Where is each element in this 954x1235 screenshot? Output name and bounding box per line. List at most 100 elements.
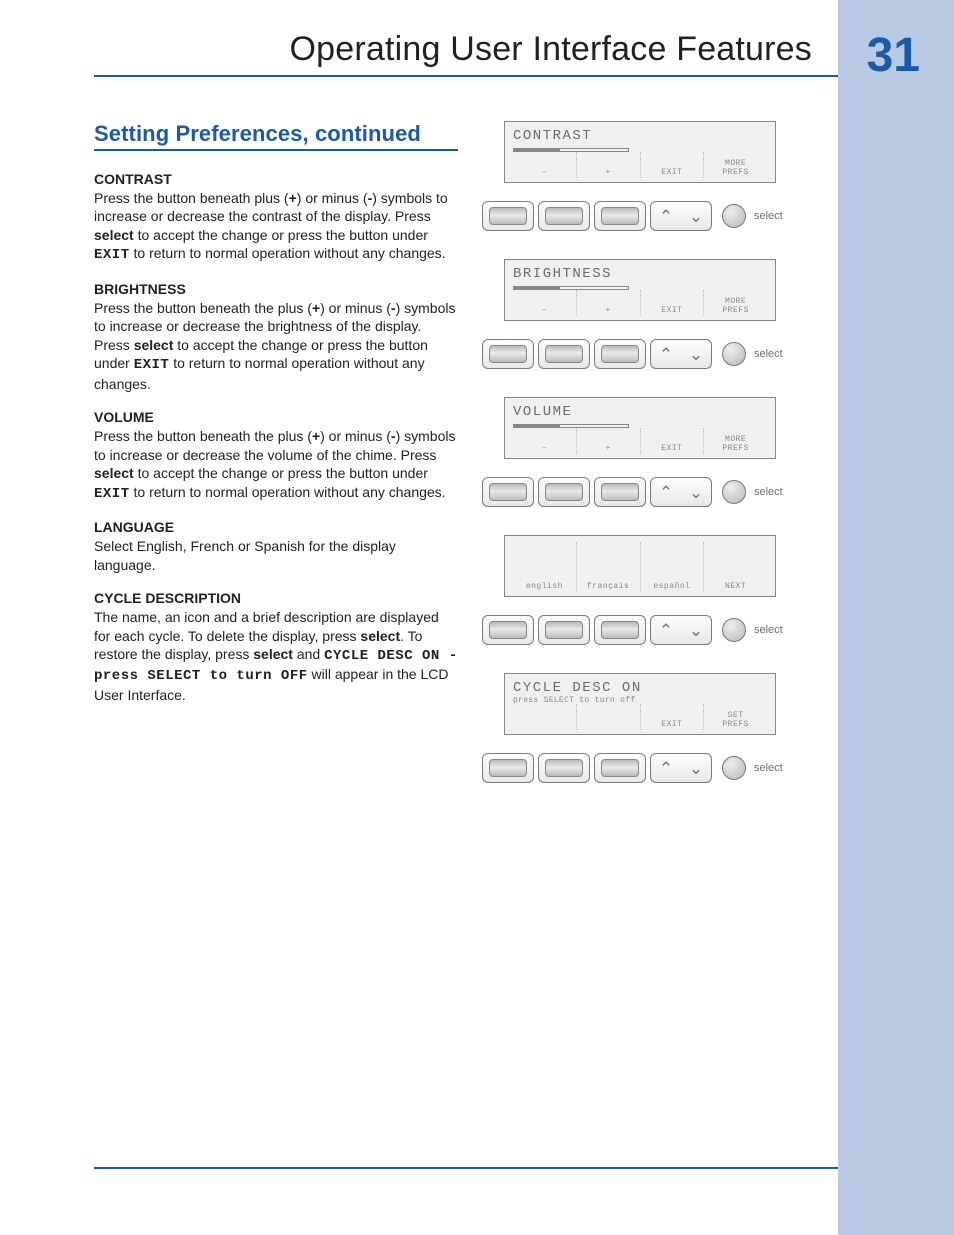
- cycle-body: The name, an icon and a brief descriptio…: [94, 608, 458, 704]
- exit-word: EXIT: [94, 247, 130, 263]
- text: to return to normal operation without an…: [130, 484, 446, 500]
- text: to accept the change or press the button…: [134, 465, 428, 481]
- lcd-title: CYCLE DESC ON: [513, 680, 767, 696]
- softkey-francais: français: [577, 542, 641, 592]
- lcd-contrast: CONTRAST – + EXIT MOREPREFS: [504, 121, 776, 183]
- up-down-rocker[interactable]: ⌃⌄: [650, 339, 712, 369]
- chevron-up-icon: ⌃: [659, 484, 673, 501]
- lcd-cycle-desc: CYCLE DESC ON press SELECT to turn off E…: [504, 673, 776, 735]
- plus-symbol: +: [312, 428, 320, 444]
- soft-button-1[interactable]: [482, 615, 534, 645]
- softkey-exit: EXIT: [641, 428, 705, 454]
- lcd-softkey-row: – + EXIT MOREPREFS: [513, 428, 767, 454]
- softkey-exit: EXIT: [641, 704, 705, 730]
- lcd-softkey-row: EXIT SETPREFS: [513, 704, 767, 730]
- text: to accept the change or press the button…: [134, 227, 428, 243]
- contrast-body: Press the button beneath plus (+) or min…: [94, 189, 458, 265]
- chevron-up-icon: ⌃: [659, 346, 673, 363]
- text: Press the button beneath the plus (: [94, 300, 312, 316]
- lcd-slider-fill: [514, 287, 560, 289]
- select-button[interactable]: [722, 618, 746, 642]
- select-button[interactable]: [722, 756, 746, 780]
- text: Press the button beneath plus (: [94, 190, 289, 206]
- page-side-strip: [838, 0, 954, 1235]
- button-row: ⌃⌄ select: [482, 201, 838, 231]
- soft-button-2[interactable]: [538, 339, 590, 369]
- chevron-down-icon: ⌄: [689, 346, 703, 363]
- text: PREFS: [722, 721, 749, 729]
- select-button[interactable]: [722, 342, 746, 366]
- select-label: select: [754, 486, 783, 498]
- soft-button-2[interactable]: [538, 477, 590, 507]
- soft-button-2[interactable]: [538, 753, 590, 783]
- softkey-english: english: [513, 542, 577, 592]
- text: PREFS: [722, 307, 749, 315]
- soft-button-1[interactable]: [482, 201, 534, 231]
- brightness-body: Press the button beneath the plus (+) or…: [94, 299, 458, 393]
- button-row: ⌃⌄ select: [482, 753, 838, 783]
- text-column: Setting Preferences, continued CONTRAST …: [94, 121, 458, 811]
- select-label: select: [754, 210, 783, 222]
- soft-button-2[interactable]: [538, 615, 590, 645]
- lcd-title: BRIGHTNESS: [513, 266, 767, 282]
- lcd-slider-fill: [514, 149, 560, 151]
- soft-button-1[interactable]: [482, 339, 534, 369]
- soft-button-3[interactable]: [594, 753, 646, 783]
- text: to return to normal operation without an…: [130, 245, 446, 261]
- lcd-title: VOLUME: [513, 404, 767, 420]
- up-down-rocker[interactable]: ⌃⌄: [650, 477, 712, 507]
- up-down-rocker[interactable]: ⌃⌄: [650, 201, 712, 231]
- lcd-slider-fill: [514, 425, 560, 427]
- lcd-softkey-row: english français español NEXT: [513, 542, 767, 592]
- exit-word: EXIT: [94, 486, 130, 502]
- lcd-title: CONTRAST: [513, 128, 767, 144]
- softkey-minus: –: [513, 428, 577, 454]
- chevron-down-icon: ⌄: [689, 208, 703, 225]
- volume-heading: VOLUME: [94, 409, 458, 425]
- contrast-heading: CONTRAST: [94, 171, 458, 187]
- select-button[interactable]: [722, 204, 746, 228]
- soft-button-1[interactable]: [482, 753, 534, 783]
- lcd-brightness: BRIGHTNESS – + EXIT MOREPREFS: [504, 259, 776, 321]
- softkey-more-prefs: MOREPREFS: [704, 290, 767, 316]
- soft-button-3[interactable]: [594, 339, 646, 369]
- softkey-exit: EXIT: [641, 290, 705, 316]
- illustration-column: CONTRAST – + EXIT MOREPREFS ⌃⌄ select: [482, 121, 838, 811]
- page-title: Operating User Interface Features: [94, 30, 838, 69]
- softkey-espanol: español: [641, 542, 705, 592]
- text: ) or minus (: [320, 428, 391, 444]
- select-label: select: [754, 348, 783, 360]
- soft-button-3[interactable]: [594, 201, 646, 231]
- select-label: select: [754, 624, 783, 636]
- text: PREFS: [722, 169, 749, 177]
- chevron-up-icon: ⌃: [659, 622, 673, 639]
- softkey-plus: +: [577, 428, 641, 454]
- select-word: select: [360, 628, 400, 644]
- brightness-heading: BRIGHTNESS: [94, 281, 458, 297]
- text: and: [293, 646, 324, 662]
- lcd-softkey-row: – + EXIT MOREPREFS: [513, 290, 767, 316]
- language-body: Select English, French or Spanish for th…: [94, 537, 458, 574]
- plus-symbol: +: [289, 190, 297, 206]
- select-word: select: [134, 337, 174, 353]
- select-label: select: [754, 762, 783, 774]
- up-down-rocker[interactable]: ⌃⌄: [650, 753, 712, 783]
- button-row: ⌃⌄ select: [482, 615, 838, 645]
- soft-button-1[interactable]: [482, 477, 534, 507]
- button-row: ⌃⌄ select: [482, 477, 838, 507]
- section-heading: Setting Preferences, continued: [94, 121, 458, 151]
- cycle-heading: CYCLE DESCRIPTION: [94, 590, 458, 606]
- soft-button-2[interactable]: [538, 201, 590, 231]
- soft-button-3[interactable]: [594, 615, 646, 645]
- up-down-rocker[interactable]: ⌃⌄: [650, 615, 712, 645]
- lcd-volume: VOLUME – + EXIT MOREPREFS: [504, 397, 776, 459]
- soft-button-3[interactable]: [594, 477, 646, 507]
- select-button[interactable]: [722, 480, 746, 504]
- softkey-next: NEXT: [704, 542, 767, 592]
- softkey-exit: EXIT: [641, 152, 705, 178]
- lcd-softkey-row: – + EXIT MOREPREFS: [513, 152, 767, 178]
- text: PREFS: [722, 445, 749, 453]
- softkey-minus: –: [513, 152, 577, 178]
- text: ) or minus (: [320, 300, 391, 316]
- text: Press the button beneath the plus (: [94, 428, 312, 444]
